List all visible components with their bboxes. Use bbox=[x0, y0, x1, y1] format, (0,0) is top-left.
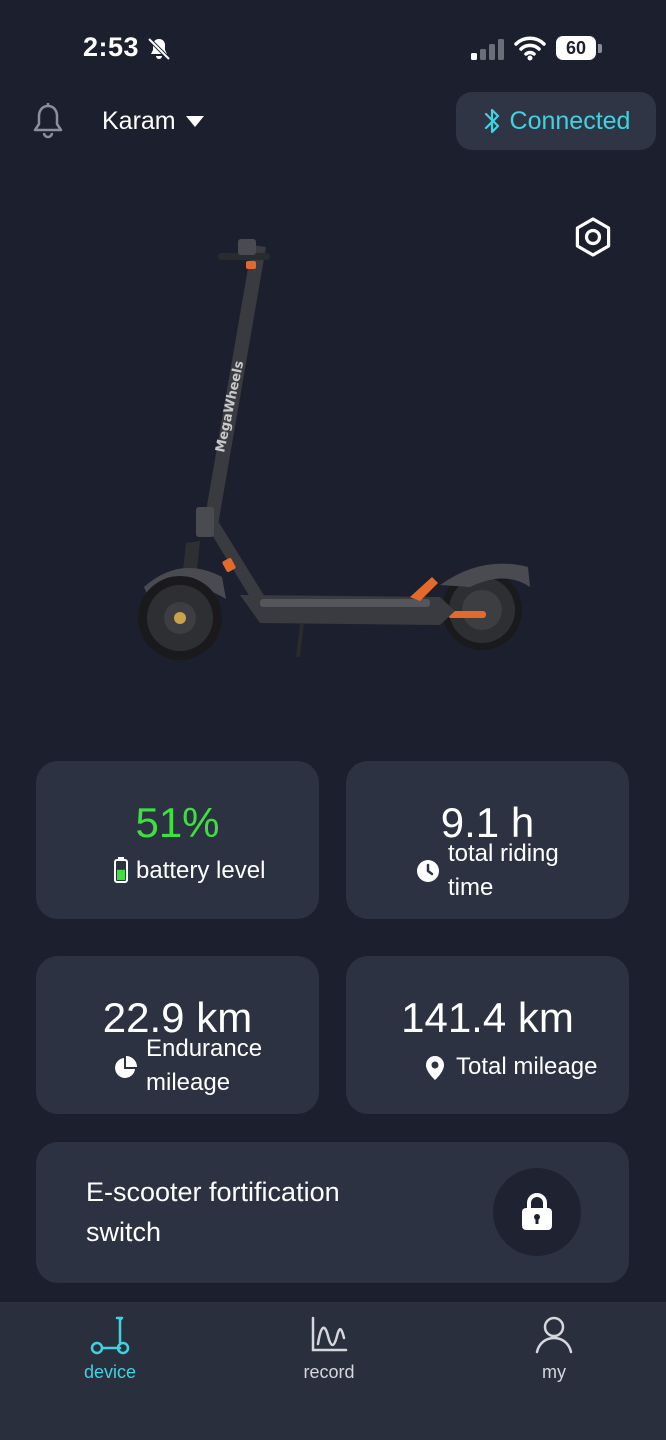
nav-my[interactable]: my bbox=[489, 1314, 619, 1383]
nav-record[interactable]: record bbox=[264, 1314, 394, 1383]
clock-icon bbox=[417, 860, 439, 882]
battery-level-label: battery level bbox=[136, 857, 266, 884]
bell-icon[interactable] bbox=[30, 102, 66, 140]
battery-level-card: 51% battery level bbox=[36, 761, 319, 919]
scooter-image: MegaWheels bbox=[138, 239, 530, 660]
endurance-mileage-label-line1: Endurance bbox=[146, 1035, 263, 1062]
connection-status-label: Connected bbox=[509, 106, 631, 135]
user-icon bbox=[535, 1316, 573, 1354]
location-pin-icon bbox=[426, 1056, 444, 1080]
battery-icon bbox=[114, 857, 128, 883]
nav-device[interactable]: device bbox=[45, 1314, 175, 1383]
settings-icon[interactable] bbox=[572, 216, 614, 258]
status-bar: 2:53 60 bbox=[0, 0, 666, 100]
fortification-lock-button[interactable] bbox=[493, 1168, 581, 1256]
chevron-down-icon bbox=[185, 115, 204, 127]
bottom-nav: device record my bbox=[0, 1302, 666, 1440]
status-time: 2:53 bbox=[83, 32, 140, 62]
total-mileage-value: 141.4 km bbox=[401, 994, 574, 1041]
endurance-mileage-label-line2: mileage bbox=[146, 1069, 231, 1096]
user-name: Karam bbox=[102, 106, 176, 135]
bluetooth-icon bbox=[484, 108, 499, 134]
endurance-mileage-card: 22.9 km Endurance mileage bbox=[36, 956, 319, 1114]
battery-icon: 60 bbox=[556, 36, 596, 60]
riding-time-label-line1: total riding bbox=[448, 840, 559, 867]
user-selector[interactable]: Karam bbox=[102, 104, 204, 138]
bell-mute-icon bbox=[147, 37, 171, 61]
fortification-label-line2: switch bbox=[86, 1217, 162, 1247]
signal-icon bbox=[471, 39, 504, 60]
lock-icon bbox=[522, 1193, 552, 1230]
battery-nub bbox=[598, 44, 602, 53]
fortification-label-line1: E-scooter fortification bbox=[86, 1177, 340, 1207]
wifi-icon bbox=[514, 36, 546, 61]
scooter-icon bbox=[90, 1316, 130, 1355]
pie-icon bbox=[115, 1056, 137, 1078]
total-mileage-card: 141.4 km Total mileage bbox=[346, 956, 629, 1114]
fortification-switch-card: E-scooter fortification switch bbox=[36, 1142, 629, 1283]
total-mileage-label: Total mileage bbox=[456, 1053, 598, 1080]
riding-time-label-line2: time bbox=[448, 874, 494, 901]
nav-record-label: record bbox=[303, 1362, 355, 1382]
fortification-label: E-scooter fortification switch bbox=[86, 1172, 426, 1252]
chart-line-icon bbox=[311, 1316, 348, 1352]
scooter-brand-text: MegaWheels bbox=[213, 359, 247, 454]
nav-my-label: my bbox=[542, 1362, 566, 1382]
battery-level-value: 51% bbox=[135, 799, 220, 846]
nav-device-label: device bbox=[83, 1362, 137, 1382]
riding-time-card: 9.1 h total riding time bbox=[346, 761, 629, 919]
connection-status-button[interactable]: Connected bbox=[456, 92, 656, 150]
